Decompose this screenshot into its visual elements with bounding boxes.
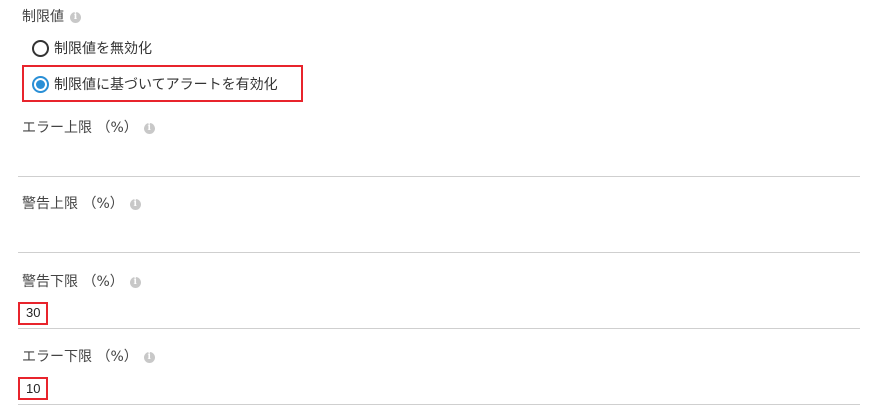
- radio-enable-alerts[interactable]: 制限値に基づいてアラートを有効化: [32, 74, 278, 94]
- radio-dot: [36, 79, 45, 89]
- info-icon[interactable]: i: [70, 12, 81, 23]
- radio-disable-limits[interactable]: 制限値を無効化: [32, 38, 152, 58]
- error-upper-label-text: エラー上限 （%）: [22, 120, 138, 136]
- info-icon[interactable]: i: [143, 123, 155, 134]
- info-icon[interactable]: i: [129, 199, 141, 210]
- divider: [18, 328, 860, 329]
- error-lower-label-text: エラー下限 （%）: [22, 349, 138, 365]
- radio-label-enable-alerts: 制限値に基づいてアラートを有効化: [54, 77, 278, 93]
- annotation-highlight-error-lower: [18, 377, 48, 400]
- error-lower-label: エラー下限 （%） i: [22, 346, 155, 366]
- warning-lower-label: 警告下限 （%） i: [22, 271, 141, 291]
- divider: [18, 252, 860, 253]
- annotation-highlight-warning-lower: [18, 302, 48, 325]
- error-upper-input[interactable]: [18, 146, 860, 174]
- error-lower-input[interactable]: 10: [18, 374, 860, 402]
- info-icon[interactable]: i: [143, 352, 155, 363]
- warning-lower-input[interactable]: 30: [18, 298, 860, 326]
- warning-upper-label: 警告上限 （%） i: [22, 193, 141, 213]
- radio-button-checked[interactable]: [32, 75, 49, 93]
- divider: [18, 176, 860, 177]
- limit-section-title: 制限値: [22, 9, 64, 25]
- limit-section-label: 制限値 i: [22, 6, 81, 26]
- info-icon[interactable]: i: [129, 277, 141, 288]
- error-upper-label: エラー上限 （%） i: [22, 117, 155, 137]
- warning-lower-label-text: 警告下限 （%）: [22, 274, 124, 290]
- warning-upper-input[interactable]: [18, 222, 860, 250]
- warning-upper-label-text: 警告上限 （%）: [22, 196, 124, 212]
- radio-label-disable: 制限値を無効化: [54, 41, 152, 57]
- divider: [18, 404, 860, 405]
- radio-button-unchecked[interactable]: [32, 39, 49, 57]
